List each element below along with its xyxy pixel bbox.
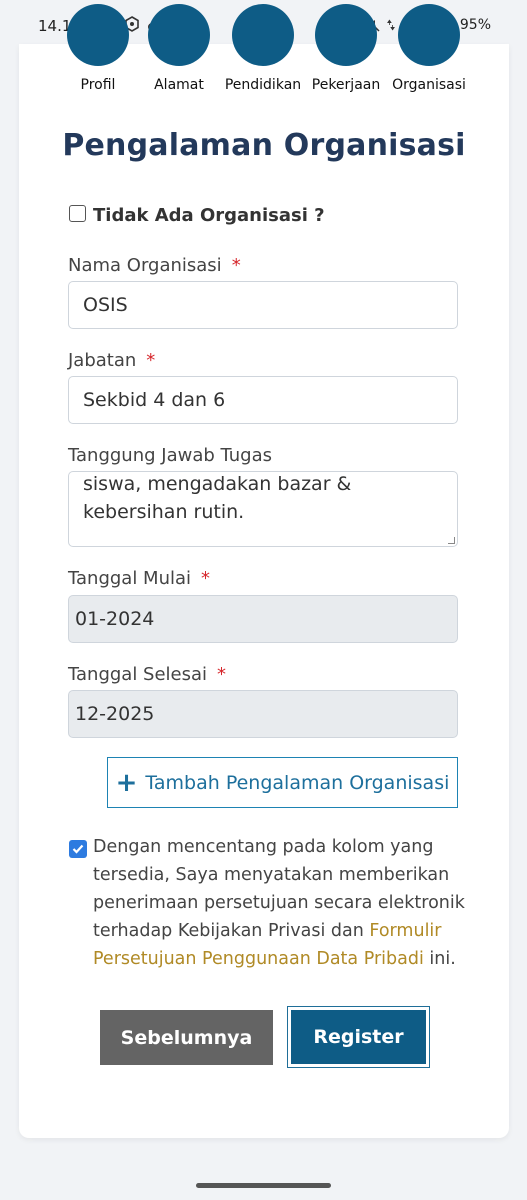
step-label: Alamat [154,77,204,93]
consent-text: Dengan mencentang pada kolom yang tersed… [93,833,469,973]
no-organization-label: Tidak Ada Organisasi ? [93,205,325,226]
textarea-content: siswa, mengadakan bazar & kebersihan rut… [83,473,352,523]
add-organization-button[interactable]: + Tambah Pengalaman Organisasi [107,757,458,808]
tanggal-selesai-label: Tanggal Selesai * [68,664,226,685]
page-title: Pengalaman Organisasi [62,128,466,163]
tanggal-selesai-input[interactable]: 12-2025 [68,690,458,738]
add-organization-label: Tambah Pengalaman Organisasi [145,771,450,794]
resize-handle-icon[interactable] [448,537,455,544]
step-circle [398,4,460,66]
tanggung-jawab-label: Tanggung Jawab Tugas [68,445,273,466]
step-label: Pendidikan [224,77,302,93]
tanggal-mulai-label: Tanggal Mulai * [68,568,210,589]
data-arrows-icon [386,19,395,31]
registration-card: Profil Alamat Pendidikan Pekerjaan Organ… [19,4,509,1138]
tanggal-mulai-input[interactable]: 01-2024 [68,595,458,643]
plus-icon: + [115,767,138,798]
step-label: Pekerjaan [311,77,381,93]
step-label: Organisasi [392,77,466,93]
jabatan-label: Jabatan * [68,350,155,371]
battery-percent: 95% [459,17,491,33]
checkmark-icon [72,844,84,854]
no-organization-checkbox[interactable] [69,205,86,222]
step-label: Profil [80,77,116,93]
required-mark: * [231,255,241,276]
label-text: Jabatan [68,350,137,371]
required-mark: * [146,350,156,371]
previous-button[interactable]: Sebelumnya [100,1010,273,1065]
required-mark: * [217,664,227,685]
label-text: Tanggal Selesai [68,664,208,685]
step-circle [148,4,210,66]
label-text: Nama Organisasi [68,255,222,276]
tanggung-jawab-textarea[interactable]: siswa, mengadakan bazar & kebersihan rut… [68,471,458,547]
register-label: Register [291,1010,426,1064]
step-circle [315,4,377,66]
nama-organisasi-input[interactable]: OSIS [68,281,458,329]
label-text: Tanggal Mulai [68,568,192,589]
step-circle [232,4,294,66]
required-mark: * [201,568,211,589]
consent-text-after: ini. [423,949,456,969]
register-button[interactable]: Register [287,1006,430,1068]
consent-checkbox[interactable] [69,840,87,858]
nama-organisasi-label: Nama Organisasi * [68,255,241,276]
jabatan-input[interactable]: Sekbid 4 dan 6 [68,376,458,424]
home-indicator[interactable] [196,1183,331,1188]
step-circle [67,4,129,66]
